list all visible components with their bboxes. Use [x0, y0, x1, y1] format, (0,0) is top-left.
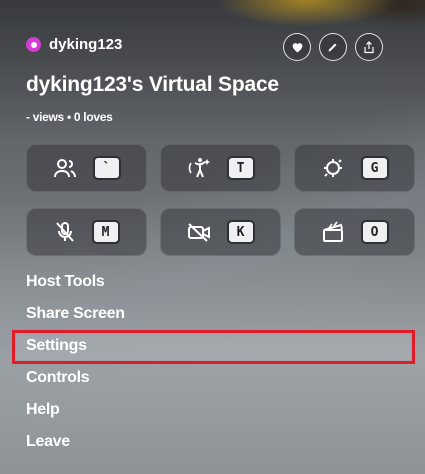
clapperboard-icon — [322, 221, 343, 242]
tile-camera-rotate[interactable]: G — [294, 144, 415, 192]
edit-button[interactable] — [319, 33, 347, 61]
menu-item-leave[interactable]: Leave — [26, 433, 70, 451]
like-button[interactable] — [283, 33, 311, 61]
mic-off-icon — [55, 222, 74, 242]
space-menu-panel: dyking123 dyking123's Virtual Space - vi… — [0, 0, 425, 474]
menu-item-controls[interactable]: Controls — [26, 369, 90, 387]
menu-item-settings[interactable]: Settings — [26, 337, 87, 355]
shortcut-key: G — [360, 156, 389, 180]
host-name: dyking123 — [49, 36, 123, 53]
menu-item-share-screen[interactable]: Share Screen — [26, 305, 125, 323]
tile-recording[interactable]: O — [294, 208, 415, 256]
menu-item-host-tools[interactable]: Host Tools — [26, 273, 105, 291]
shortcut-key: O — [360, 220, 389, 244]
camera-off-icon — [187, 223, 210, 242]
host-row[interactable]: dyking123 — [26, 36, 122, 53]
tile-people[interactable]: ` — [26, 144, 147, 192]
shortcut-key: K — [226, 220, 255, 244]
menu-item-help[interactable]: Help — [26, 401, 60, 419]
space-title: dyking123's Virtual Space — [26, 73, 279, 96]
shortcut-key: T — [226, 156, 255, 180]
top-actions — [283, 33, 383, 61]
tile-emote[interactable]: T — [160, 144, 281, 192]
share-button[interactable] — [355, 33, 383, 61]
tile-mic[interactable]: M — [26, 208, 147, 256]
share-icon — [364, 40, 374, 53]
tile-camera[interactable]: K — [160, 208, 281, 256]
people-icon — [53, 159, 76, 178]
camera-rotate-icon — [323, 159, 342, 177]
heart-icon — [292, 43, 302, 53]
host-avatar — [26, 37, 41, 52]
shortcut-key: ` — [92, 156, 121, 180]
space-stats: - views • 0 loves — [26, 110, 113, 124]
pencil-icon — [328, 43, 337, 52]
dance-icon — [188, 158, 210, 178]
shortcut-key: M — [91, 220, 120, 244]
